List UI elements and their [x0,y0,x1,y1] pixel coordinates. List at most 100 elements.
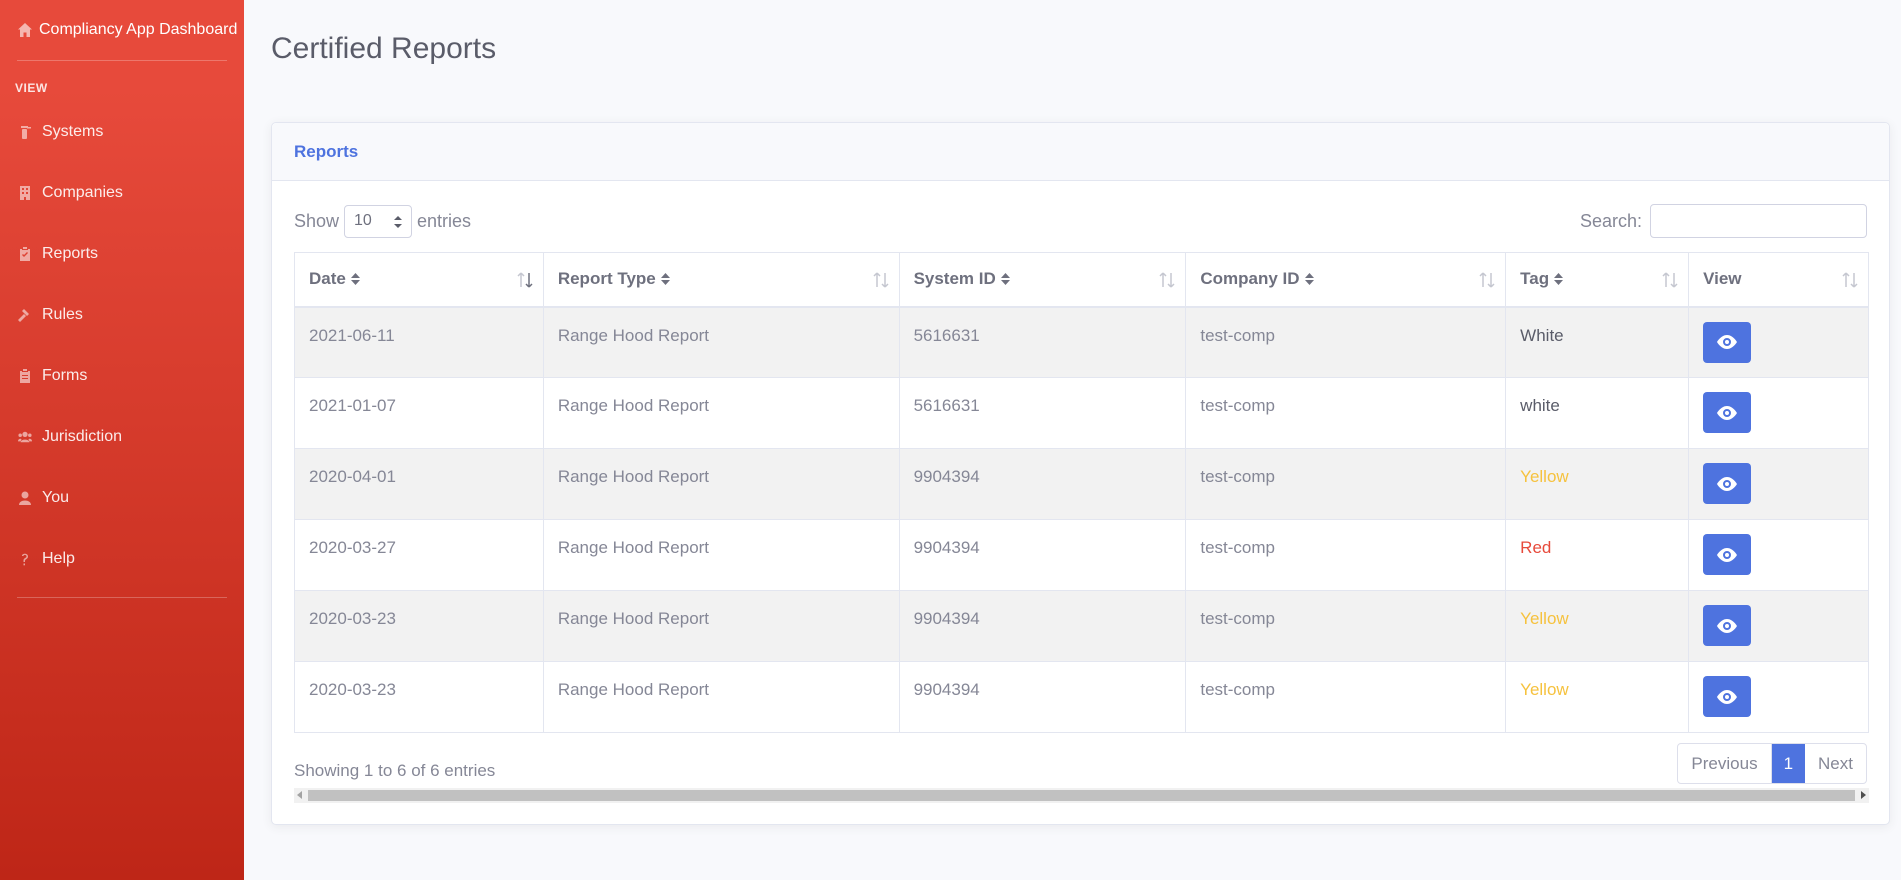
sidebar-item-help[interactable]: Help [0,528,244,589]
sidebar-item-you[interactable]: You [0,467,244,528]
cell-report-type: Range Hood Report [542,377,900,449]
sidebar-item-companies[interactable]: Companies [0,162,244,223]
sidebar-item-label: Jurisdiction [42,427,123,445]
page-length-value: 10 [354,212,372,229]
sidebar-item-label: Systems [42,122,104,140]
question-icon [16,551,34,567]
scrollbar-thumb[interactable] [308,790,1855,801]
cell-tag: white [1505,377,1690,449]
cell-view [1688,590,1869,662]
cell-date: 2021-01-07 [294,377,544,449]
search-control: Search: [1580,204,1867,238]
sort-icon [1304,273,1314,286]
cell-company-id: test-comp [1185,448,1507,520]
column-header-date[interactable]: Date [294,252,544,308]
cell-tag: Yellow [1505,661,1690,733]
cell-system-id: 9904394 [898,661,1187,733]
eye-icon [1717,689,1738,704]
scroll-right-icon[interactable] [1861,791,1866,799]
eye-icon [1717,547,1738,562]
column-header-system-id[interactable]: System ID [898,252,1187,308]
view-report-button[interactable] [1703,321,1752,363]
page-title: Certified Reports [271,32,497,65]
gavel-icon [16,307,34,323]
cell-date: 2020-03-23 [294,590,544,662]
sort-icon [350,273,360,286]
column-label: System ID [913,269,996,289]
table-header-row: Date Report Type System ID Company ID Ta… [294,252,1869,308]
eye-icon [1717,405,1738,420]
column-label: Tag [1520,269,1550,289]
cell-report-type: Range Hood Report [542,590,900,662]
building-icon [16,185,34,201]
view-report-button[interactable] [1703,605,1752,646]
reports-table: Date Report Type System ID Company ID Ta… [294,252,1869,733]
cell-report-type: Range Hood Report [542,306,900,378]
sidebar-item-label: Forms [42,366,88,384]
sidebar-item-systems[interactable]: Systems [0,101,244,162]
table-row: 2020-03-27 Range Hood Report 9904394 tes… [294,519,1869,591]
column-header-company-id[interactable]: Company ID [1185,252,1507,308]
cell-company-id: test-comp [1185,519,1507,591]
search-input[interactable] [1650,204,1867,238]
user-icon [16,490,34,506]
cell-company-id: test-comp [1185,306,1507,378]
cell-date: 2021-06-11 [294,306,544,378]
sort-indicator-icon [517,271,533,289]
cell-system-id: 5616631 [898,306,1187,378]
pagination: Previous 1 Next [1677,743,1867,784]
sidebar-item-label: Help [42,549,75,567]
eye-icon [1717,618,1738,633]
eye-icon [1717,476,1738,491]
sort-indicator-icon [1842,271,1858,289]
sidebar: Compliancy App Dashboard VIEW Systems Co… [0,0,244,880]
view-report-button[interactable] [1703,392,1752,433]
show-label: Show [294,210,340,231]
view-report-button[interactable] [1703,534,1752,575]
scroll-left-icon[interactable] [297,791,302,799]
horizontal-scrollbar[interactable] [294,788,1869,803]
cell-view [1688,448,1869,520]
fire-extinguisher-icon [16,124,34,140]
page-1-button[interactable]: 1 [1771,744,1806,783]
entries-label: entries [417,210,472,231]
previous-page-button[interactable]: Previous [1678,744,1772,783]
sort-indicator-icon [1159,271,1175,289]
card-title: Reports [294,142,359,161]
cell-view [1688,661,1869,733]
main-content: Certified Reports Reports Show 10 entrie… [244,0,1901,880]
column-label: Company ID [1200,269,1300,289]
cell-tag: Yellow [1505,590,1690,662]
view-report-button[interactable] [1703,676,1752,717]
sort-icon [1000,273,1010,286]
brand-label: Compliancy App Dashboard [39,21,238,38]
sidebar-item-label: You [42,488,69,506]
sort-icon [1554,273,1564,286]
column-label: Report Type [557,269,656,289]
view-report-button[interactable] [1703,463,1752,504]
sidebar-item-reports[interactable]: Reports [0,223,244,284]
sidebar-item-label: Rules [42,305,83,323]
cell-tag: White [1505,306,1690,378]
sidebar-heading: VIEW [15,81,48,95]
column-header-view[interactable]: View [1688,252,1869,308]
sort-indicator-icon [1662,271,1678,289]
sidebar-item-forms[interactable]: Forms [0,345,244,406]
cell-company-id: test-comp [1185,377,1507,449]
next-page-button[interactable]: Next [1805,744,1866,783]
sidebar-item-rules[interactable]: Rules [0,284,244,345]
sidebar-item-label: Reports [42,244,99,262]
cell-view [1688,377,1869,449]
users-icon [16,429,34,445]
table-row: 2020-03-23 Range Hood Report 9904394 tes… [294,661,1869,733]
column-label: Date [309,269,346,289]
sidebar-item-jurisdiction[interactable]: Jurisdiction [0,406,244,467]
clipboard-list-icon [16,368,34,384]
sidebar-brand[interactable]: Compliancy App Dashboard [0,0,244,60]
page-length-select[interactable]: 10 [344,204,413,238]
column-header-report-type[interactable]: Report Type [542,252,900,308]
column-header-tag[interactable]: Tag [1505,252,1690,308]
table-row: 2020-04-01 Range Hood Report 9904394 tes… [294,448,1869,520]
cell-system-id: 9904394 [898,448,1187,520]
cell-date: 2020-04-01 [294,448,544,520]
